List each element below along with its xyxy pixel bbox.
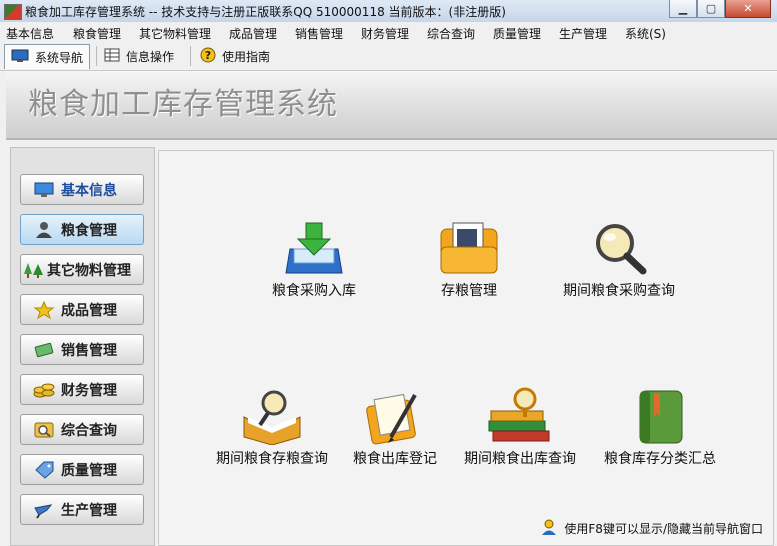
minimize-button[interactable]: ▁ [669,0,697,18]
nav-other-materials[interactable]: 其它物料管理 [20,254,144,285]
banner-title: 粮食加工库存管理系统 [28,87,338,122]
tab-divider [190,46,191,66]
folder-doc-icon [440,222,498,274]
func-label: 期间粮食出库查询 [464,451,576,467]
func-label: 粮食库存分类汇总 [604,451,716,467]
func-period-outbound-query[interactable]: 期间粮食出库查询 [455,387,585,468]
func-period-storage-query[interactable]: 期间粮食存粮查询 [207,387,337,468]
user-help-icon [540,518,558,539]
f8-hint: 使用F8键可以显示/隐藏当前导航窗口 [540,518,763,539]
window-title: 粮食加工库存管理系统 -- 技术支持与注册正版联系QQ 510000118 当前… [25,5,506,19]
func-inventory-summary[interactable]: 粮食库存分类汇总 [595,387,725,468]
menu-query[interactable]: 综合查询 [427,25,475,42]
func-label: 粮食出库登记 [353,451,437,467]
nav-label: 成品管理 [61,302,117,319]
nav-label: 财务管理 [61,382,117,399]
app-icon [4,4,22,20]
menu-quality[interactable]: 质量管理 [493,25,541,42]
tab-divider [96,46,97,66]
f8-hint-text: 使用F8键可以显示/隐藏当前导航窗口 [564,522,763,536]
func-grain-outbound-register[interactable]: 粮食出库登记 [345,387,445,468]
folder-pen-icon [366,393,417,445]
app-banner: 粮食加工库存管理系统 [6,71,777,140]
menu-grain-mgmt[interactable]: 粮食管理 [73,25,121,42]
tab-label: 系统导航 [35,50,84,65]
help-icon: ? [200,47,216,66]
menu-sales[interactable]: 销售管理 [295,25,343,42]
menu-production[interactable]: 生产管理 [559,25,607,42]
grid-icon [104,48,120,65]
nav-query[interactable]: 综合查询 [20,414,144,445]
nav-label: 基本信息 [61,182,117,199]
inbox-download-icon [285,222,343,274]
tab-label: 信息操作 [126,49,175,64]
menu-basic-info[interactable]: 基本信息 [6,25,54,42]
menu-other-materials[interactable]: 其它物料管理 [139,25,211,42]
nav-basic-info[interactable]: 基本信息 [20,174,144,205]
trees-icon [23,261,45,279]
nav-label: 其它物料管理 [47,262,131,279]
money-icon [33,341,55,359]
close-button[interactable]: ✕ [725,0,771,18]
func-grain-purchase-in[interactable]: 粮食采购入库 [254,219,374,300]
coins-icon [33,381,55,399]
nav-sidebar: 基本信息 粮食管理 其它物料管理 成品管理 销售管理 财务管理 综合查询 质量管… [10,147,155,546]
menu-finance[interactable]: 财务管理 [361,25,409,42]
nav-content-panel: 粮食采购入库 存粮管理 期间粮食采购查询 期间粮食存粮查询 粮食出库登记 期间粮… [158,150,774,546]
nav-label: 销售管理 [61,342,117,359]
nav-products[interactable]: 成品管理 [20,294,144,325]
func-label: 存粮管理 [441,283,497,299]
nav-quality[interactable]: 质量管理 [20,454,144,485]
books-magnifier-icon [488,387,550,442]
title-bar: 粮食加工库存管理系统 -- 技术支持与注册正版联系QQ 510000118 当前… [0,0,777,23]
nav-grain-mgmt[interactable]: 粮食管理 [20,214,144,245]
tab-user-guide[interactable]: ? 使用指南 [194,44,276,68]
tab-bar: 系统导航 信息操作 ? 使用指南 [0,42,777,71]
user-icon [33,221,55,239]
svg-text:?: ? [205,49,211,62]
star-icon [33,300,55,319]
menu-products[interactable]: 成品管理 [229,25,277,42]
menu-bar: 基本信息 粮食管理 其它物料管理 成品管理 销售管理 财务管理 综合查询 质量管… [0,22,777,42]
tab-system-nav[interactable]: 系统导航 [4,44,91,69]
menu-system[interactable]: 系统(S) [625,25,666,42]
func-label: 粮食采购入库 [272,283,356,299]
nav-label: 综合查询 [61,422,117,439]
func-grain-storage[interactable]: 存粮管理 [414,219,524,300]
tab-label: 使用指南 [222,49,271,64]
monitor-icon [11,49,29,66]
func-label: 期间粮食采购查询 [563,283,675,299]
magnifier-icon [596,224,647,275]
window-controls: ▁ ▢ ✕ [669,0,771,18]
func-period-purchase-query[interactable]: 期间粮食采购查询 [554,219,684,300]
nav-finance[interactable]: 财务管理 [20,374,144,405]
nav-sales[interactable]: 销售管理 [20,334,144,365]
book-magnifier-icon [243,390,301,446]
maximize-button[interactable]: ▢ [697,0,725,18]
nav-label: 质量管理 [61,462,117,479]
pen-icon [33,501,55,519]
nav-label: 生产管理 [61,502,117,519]
nav-production[interactable]: 生产管理 [20,494,144,525]
search-doc-icon [33,421,55,439]
func-label: 期间粮食存粮查询 [216,451,328,467]
tab-info-ops[interactable]: 信息操作 [98,44,180,68]
tag-icon [33,461,55,479]
monitor-icon [33,181,55,199]
green-book-icon [639,390,683,444]
nav-label: 粮食管理 [61,222,117,239]
